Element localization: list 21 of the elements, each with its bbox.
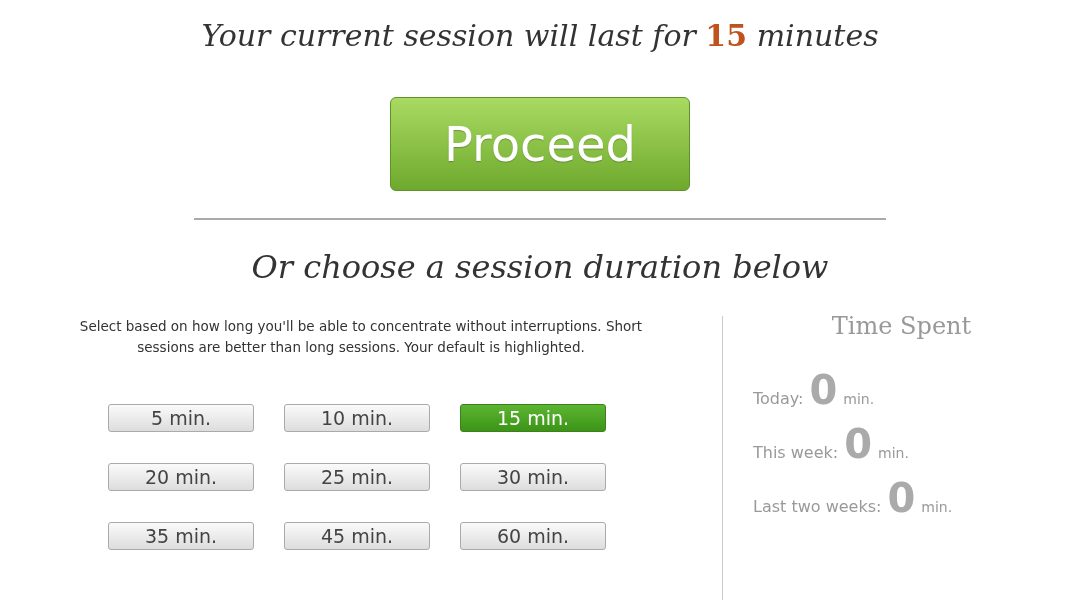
stat-unit: min. bbox=[921, 499, 953, 515]
duration-heading: Or choose a session duration below bbox=[251, 248, 829, 286]
duration-button[interactable]: 45 min. bbox=[284, 522, 430, 550]
duration-button[interactable]: 30 min. bbox=[460, 463, 606, 491]
stat-value: 0 bbox=[844, 424, 873, 464]
duration-button[interactable]: 25 min. bbox=[284, 463, 430, 491]
stat-unit: min. bbox=[878, 445, 909, 461]
duration-button[interactable]: 35 min. bbox=[108, 522, 254, 550]
stat-label: Today: bbox=[753, 389, 804, 408]
time-spent-title: Time Spent bbox=[830, 312, 973, 340]
session-headline: Your current session will last for 15 minutes bbox=[201, 18, 879, 53]
stat-label: Last two weeks: bbox=[753, 497, 882, 516]
duration-button[interactable]: 20 min. bbox=[108, 463, 254, 491]
duration-button[interactable]: 5 min. bbox=[108, 404, 254, 432]
stat-unit: min. bbox=[843, 391, 875, 407]
stat-label: This week: bbox=[753, 443, 839, 462]
instructions-text: Select based on how long you'll be able to concentrate without interruptions. Short sessions are better than long sessions. Your default is highlighted. bbox=[78, 317, 644, 357]
stat-value: 0 bbox=[809, 370, 838, 410]
duration-button[interactable]: 60 min. bbox=[460, 522, 606, 550]
duration-button[interactable]: 10 min. bbox=[284, 404, 430, 432]
stat-value: 0 bbox=[887, 478, 916, 518]
